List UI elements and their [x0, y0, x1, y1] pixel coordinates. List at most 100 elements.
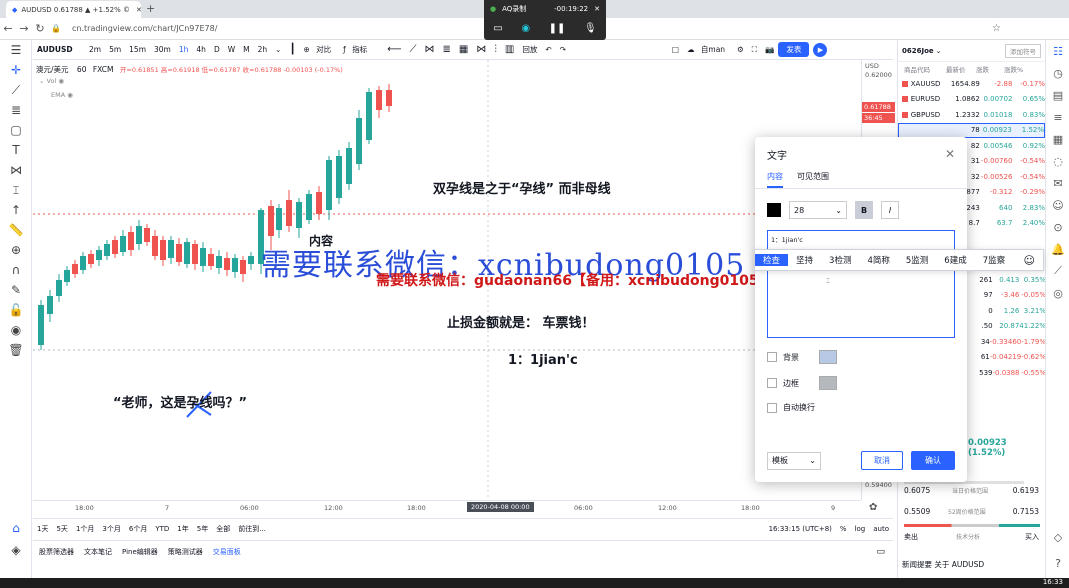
data-window-icon[interactable]: ▤: [1046, 84, 1069, 106]
axis-settings-icon[interactable]: ✿: [869, 502, 877, 513]
time-axis[interactable]: 18:00 7 06:00 12:00 18:00 06:00 12:00 18…: [33, 500, 877, 516]
eye-icon[interactable]: ◉: [0, 320, 32, 340]
replay-button[interactable]: 回放: [518, 44, 541, 55]
horizontal-line-tool-icon[interactable]: ⟵: [383, 44, 405, 55]
maximize-panel-icon[interactable]: ▭: [876, 547, 885, 557]
range-5y[interactable]: 5年: [193, 524, 212, 534]
word-wrap-checkbox[interactable]: [767, 402, 777, 413]
fib-retracement-icon[interactable]: ≣: [0, 100, 32, 120]
ime-candidate[interactable]: 7监察: [975, 254, 1013, 266]
magnet-icon[interactable]: ∩: [0, 260, 32, 280]
settings-gear-icon[interactable]: ⚙: [733, 45, 748, 54]
calendar-icon[interactable]: ▦: [1046, 128, 1069, 150]
ime-candidate[interactable]: 5监测: [898, 254, 936, 266]
prediction-icon[interactable]: ⌶: [0, 180, 32, 200]
interval-5m[interactable]: 5m: [105, 45, 125, 54]
tab-pine-editor[interactable]: Pine编辑器: [122, 547, 158, 557]
lock-drawings-icon[interactable]: 🔓: [0, 300, 32, 320]
redo-icon[interactable]: ↷: [556, 45, 570, 54]
text-input[interactable]: 1：1jian'c ⌶: [767, 230, 955, 338]
range-1y[interactable]: 1年: [173, 524, 192, 534]
tab-stock-screener[interactable]: 股票筛选器: [39, 547, 74, 557]
play-icon[interactable]: ▶: [813, 42, 828, 57]
hotlist-icon[interactable]: ≡: [1046, 106, 1069, 128]
layers-icon[interactable]: ◈: [0, 540, 32, 560]
interval-m[interactable]: M: [239, 45, 253, 54]
range-3m[interactable]: 3个月: [98, 524, 124, 534]
url-field[interactable]: cn.tradingview.com/chart/JCn97E78/: [72, 24, 217, 33]
tab-content[interactable]: 内容: [767, 171, 783, 188]
interval-2h[interactable]: 2h: [254, 45, 272, 54]
goto-date-button[interactable]: 前往到...: [234, 524, 270, 534]
range-1d[interactable]: 1天: [33, 524, 52, 534]
range-6m[interactable]: 6个月: [125, 524, 151, 534]
ime-candidate[interactable]: 6建成: [936, 254, 974, 266]
notification-bell-icon[interactable]: 🔔: [1046, 238, 1069, 260]
browser-tab[interactable]: ◆ AUDUSD 0.61788 ▲ +1.52% © ✕: [6, 1, 141, 18]
recorder-mic-icon[interactable]: 🎙: [584, 23, 597, 34]
alerts-clock-icon[interactable]: ◷: [1046, 62, 1069, 84]
rectangle-icon[interactable]: ▢: [0, 120, 32, 140]
brush-tool-icon[interactable]: ⟋: [406, 44, 421, 55]
interval-d[interactable]: D: [210, 45, 224, 54]
legend-ema-eye-icon[interactable]: ◉: [67, 91, 73, 99]
percent-toggle[interactable]: %: [836, 525, 851, 533]
streams-icon[interactable]: ⊙: [1046, 216, 1069, 238]
interval-2m[interactable]: 2m: [85, 45, 105, 54]
auto-toggle[interactable]: auto: [869, 525, 893, 533]
ime-candidate[interactable]: 检查: [755, 254, 789, 266]
annotation-quote[interactable]: “老师，这是孕线吗？”: [113, 392, 247, 411]
watchlist-icon[interactable]: ☷: [1046, 40, 1069, 62]
pattern-icon[interactable]: ⋈: [0, 160, 32, 180]
menu-icon[interactable]: ☰: [0, 40, 32, 60]
compare-button[interactable]: ⊕ 对比: [299, 44, 339, 55]
bold-toggle[interactable]: B: [855, 201, 873, 219]
col-last[interactable]: 最新价: [946, 64, 976, 74]
legend-ema-row[interactable]: EMA ◉: [51, 91, 73, 99]
chart-pane[interactable]: 澳元/美元 60 FXCM 开=0.61851 高=0.61918 低=0.61…: [33, 60, 861, 500]
tab-text-notes[interactable]: 文本笔记: [84, 547, 112, 557]
snapshot-camera-icon[interactable]: 📷: [761, 45, 778, 54]
range-ytd[interactable]: YTD: [151, 525, 173, 533]
col-change-pct[interactable]: 涨跌%: [1004, 64, 1023, 74]
help-icon[interactable]: ?: [1046, 552, 1069, 574]
watchlist-row[interactable]: GBPUSD 1.2332 0.01018 0.83%: [898, 107, 1045, 123]
watchlist-row[interactable]: XAUUSD 1654.89 -2.88 -0.17%: [898, 76, 1045, 92]
cloud-save-button[interactable]: ☁ 自man: [683, 44, 733, 55]
news-header[interactable]: 新闻提要 关于 AUDUSD: [902, 559, 984, 570]
favorites-icon[interactable]: ⌂: [0, 518, 32, 538]
reload-icon[interactable]: ↻: [32, 22, 48, 35]
draw-mode-icon[interactable]: ✎: [0, 280, 32, 300]
interval-w[interactable]: W: [224, 45, 239, 54]
interval-15m[interactable]: 15m: [125, 45, 150, 54]
layout-tool-icon[interactable]: ▥: [501, 44, 518, 55]
symbol-search-button[interactable]: AUDUSD: [33, 45, 85, 54]
recorder-pause-icon[interactable]: ❚❚: [549, 23, 566, 34]
ideas-icon[interactable]: ◌: [1046, 150, 1069, 172]
interval-30m[interactable]: 30m: [150, 45, 175, 54]
trash-icon[interactable]: 🗑: [0, 340, 32, 360]
layout-square-icon[interactable]: □: [668, 45, 683, 54]
text-tool-icon[interactable]: T: [0, 140, 32, 160]
trend-line-icon[interactable]: ⟋: [0, 80, 32, 100]
ime-candidate[interactable]: 4简称: [859, 254, 897, 266]
legend-vol-row[interactable]: ⌄ Vol ◉: [39, 77, 64, 85]
recorder-window-icon[interactable]: ▭: [493, 23, 502, 34]
watchlist-row[interactable]: 78 0.00923 1.52%: [898, 122, 1045, 138]
col-symbol[interactable]: 商品代码: [904, 64, 946, 74]
watchlist-flag-icon[interactable]: [902, 80, 908, 87]
forward-icon[interactable]: →: [16, 22, 32, 35]
fib-tool-icon[interactable]: ≣: [439, 44, 455, 55]
border-color-swatch[interactable]: [819, 376, 837, 390]
pattern-tool-icon[interactable]: ⋈: [421, 44, 439, 55]
annotation-text-1[interactable]: 双孕线是之于“孕线” 而非母线: [433, 178, 611, 197]
undo-icon[interactable]: ↶: [541, 45, 555, 54]
chat-icon[interactable]: ✉: [1046, 172, 1069, 194]
tab-strategy-tester[interactable]: 策略测试器: [168, 547, 203, 557]
broker-icon[interactable]: ⟋: [1046, 260, 1069, 282]
watchlist-row[interactable]: EURUSD 1.0862 0.00702 0.65%: [898, 92, 1045, 108]
publish-button[interactable]: 发表: [778, 42, 810, 57]
fullscreen-icon[interactable]: ⛶: [748, 45, 761, 55]
interval-4h[interactable]: 4h: [192, 45, 210, 54]
interval-1h[interactable]: 1h: [175, 45, 193, 54]
